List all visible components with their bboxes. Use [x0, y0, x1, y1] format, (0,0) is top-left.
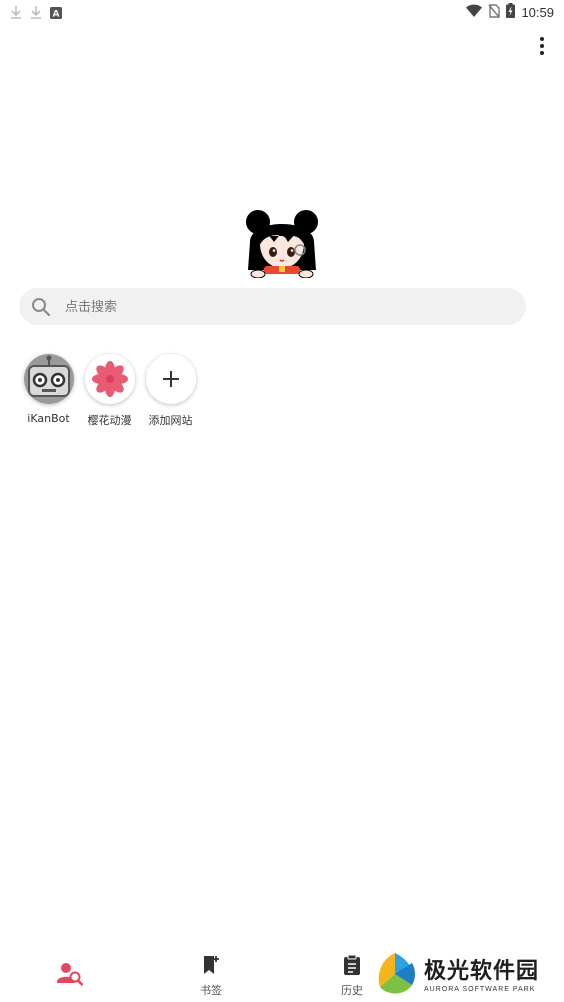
add-site-button[interactable]: 添加网站 [140, 354, 201, 428]
plus-icon [145, 354, 196, 404]
nav-bookmarks[interactable]: 书签 [181, 954, 241, 998]
sakura-flower-icon [84, 354, 135, 404]
shortcut-sakura[interactable]: 樱花动漫 [79, 354, 140, 428]
aurora-logo-icon [372, 951, 418, 1001]
watermark: 极光软件园 AURORA SOFTWARE PARK [372, 952, 558, 1000]
search-icon [31, 297, 51, 321]
keyboard-a-icon: A [50, 4, 62, 23]
watermark-subtitle: AURORA SOFTWARE PARK [424, 985, 536, 993]
shortcut-label: iKanBot [27, 412, 70, 425]
clipboard-history-icon [343, 954, 361, 980]
more-vert-icon[interactable] [532, 34, 552, 58]
nav-label: 历史 [341, 984, 363, 997]
shortcut-label: 樱花动漫 [87, 414, 132, 427]
bookmark-icon [202, 954, 220, 980]
nav-home[interactable] [40, 962, 100, 990]
no-sim-icon [488, 3, 501, 22]
search-bar[interactable] [19, 288, 526, 327]
clock: 10:59 [521, 5, 554, 20]
shortcut-label: 添加网站 [148, 414, 193, 427]
download-icon [30, 4, 42, 23]
battery-charging-icon [506, 3, 516, 22]
wifi-icon [466, 3, 483, 22]
nav-label: 书签 [200, 984, 222, 997]
search-input[interactable] [63, 288, 507, 327]
robot-icon [23, 354, 74, 404]
status-bar: A 10:59 [0, 0, 564, 24]
shortcut-ikanbot[interactable]: iKanBot [18, 354, 79, 428]
app-logo [244, 208, 320, 279]
user-search-icon [57, 962, 84, 990]
shortcut-grid: iKanBot 樱花动漫 添加网站 [18, 354, 201, 428]
download-icon [10, 4, 22, 23]
watermark-title: 极光软件园 [424, 958, 540, 984]
svg-text:A: A [53, 10, 60, 20]
